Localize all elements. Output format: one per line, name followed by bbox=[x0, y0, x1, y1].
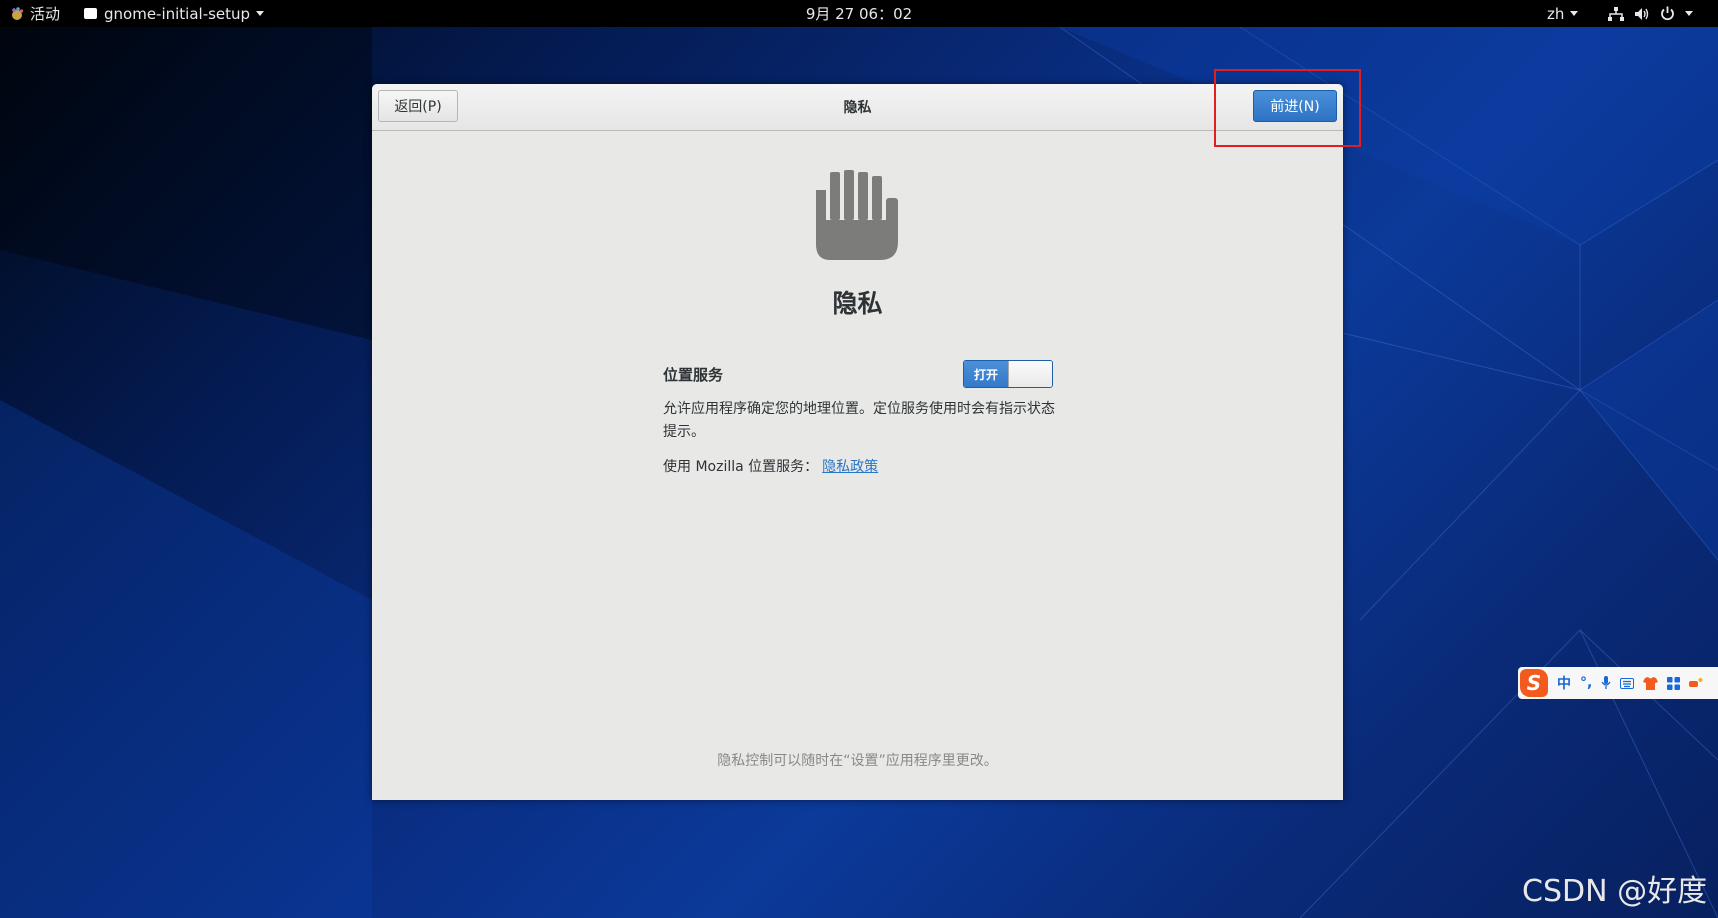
skin-icon[interactable] bbox=[1643, 676, 1659, 690]
network-icon bbox=[1608, 6, 1624, 21]
mozilla-location-prefix: 使用 Mozilla 位置服务： bbox=[663, 459, 819, 475]
page-heading: 隐私 bbox=[832, 289, 883, 318]
header-title: 隐私 bbox=[843, 100, 872, 116]
toggle-on-label: 打开 bbox=[964, 361, 1008, 387]
microphone-icon[interactable] bbox=[1601, 676, 1611, 690]
chevron-down-icon bbox=[1570, 11, 1579, 16]
initial-setup-window: 返回(P) 隐私 前进(N) 隐私 位置服务 打开 允许应用程序确定您的地理位置… bbox=[372, 84, 1343, 800]
csdn-watermark: CSDN @好度 bbox=[1522, 874, 1708, 909]
location-services-toggle[interactable]: 打开 bbox=[963, 360, 1053, 388]
language-indicator[interactable]: zh bbox=[1547, 0, 1579, 27]
more-tools-icon[interactable] bbox=[1689, 677, 1703, 689]
clock-label: 9月 27 06：02 bbox=[805, 5, 913, 23]
location-services-description: 允许应用程序确定您的地理位置。定位服务使用时会有指示状态提示。 bbox=[663, 401, 1055, 440]
system-status-menu[interactable] bbox=[1608, 0, 1693, 27]
footer-note: 隐私控制可以随时在“设置”应用程序里更改。 bbox=[717, 753, 998, 769]
privacy-hand-icon bbox=[816, 170, 898, 260]
power-icon bbox=[1660, 6, 1675, 21]
location-services-label: 位置服务 bbox=[663, 366, 724, 384]
chevron-down-icon bbox=[1685, 11, 1693, 16]
privacy-policy-link[interactable]: 隐私政策 bbox=[822, 459, 878, 475]
toolbox-grid-icon[interactable] bbox=[1667, 676, 1681, 690]
header-bar: 返回(P) 隐私 前进(N) bbox=[372, 84, 1343, 131]
volume-icon bbox=[1634, 7, 1650, 21]
sogou-logo-icon[interactable]: S bbox=[1520, 669, 1548, 697]
toggle-knob bbox=[1008, 361, 1052, 387]
ime-toolbar[interactable]: S 中 °, bbox=[1518, 667, 1718, 699]
clock[interactable]: 9月 27 06：02 bbox=[0, 0, 1718, 27]
ime-mode-toggle[interactable]: 中 bbox=[1557, 673, 1571, 693]
punctuation-toggle[interactable]: °, bbox=[1580, 675, 1592, 691]
annotation-highlight-box bbox=[1214, 69, 1361, 147]
mozilla-location-line: 使用 Mozilla 位置服务： 隐私政策 bbox=[663, 456, 878, 476]
language-label: zh bbox=[1547, 4, 1565, 23]
top-bar: 活动 gnome-initial-setup 9月 27 06：02 zh bbox=[0, 0, 1718, 27]
keyboard-icon[interactable] bbox=[1620, 677, 1635, 689]
